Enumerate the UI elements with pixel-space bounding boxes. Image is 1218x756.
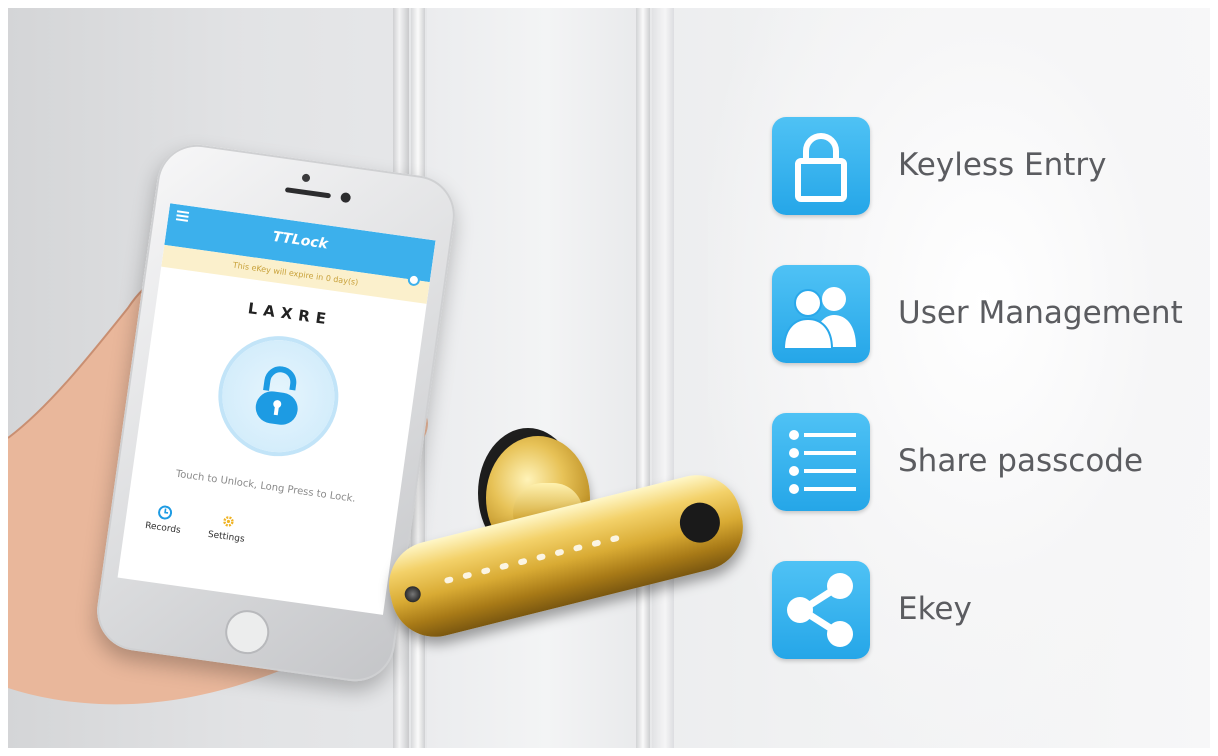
door-frame [652,8,674,748]
product-banner: TTLock This eKey will expire in 0 day(s)… [8,8,1210,748]
keyhole-icon [402,584,423,604]
share-icon [772,561,870,659]
feature-label: User Management [898,295,1183,331]
feature-label: Ekey [898,591,972,627]
feature-keyless-entry: Keyless Entry [772,117,1210,215]
keypad [443,534,622,590]
feature-label: Share passcode [898,443,1144,479]
speaker-grille [284,187,332,199]
tab-label: Records [144,520,182,536]
list-icon [772,413,870,511]
tab-settings[interactable]: Settings [196,510,259,546]
home-button[interactable] [222,607,273,657]
feature-label: Keyless Entry [898,147,1107,183]
sensor [340,191,352,204]
front-camera [301,173,311,183]
feature-share-passcode: Share passcode [772,413,1210,511]
door-frame [636,8,650,748]
users-icon [772,265,870,363]
padlock-icon [772,117,870,215]
tab-records[interactable]: Records [132,501,195,537]
feature-ekey: Ekey [772,561,1210,659]
gear-icon [223,516,234,527]
clock-icon [158,505,173,520]
tab-label: Settings [207,529,246,545]
unlock-hint: Touch to Unlock, Long Press to Lock. [175,468,357,505]
phone-screen: TTLock This eKey will expire in 0 day(s)… [117,203,436,615]
fingerprint-sensor [675,498,725,547]
padlock-icon [255,366,298,425]
unlock-button[interactable] [215,332,342,460]
feature-user-management: User Management [772,265,1210,363]
